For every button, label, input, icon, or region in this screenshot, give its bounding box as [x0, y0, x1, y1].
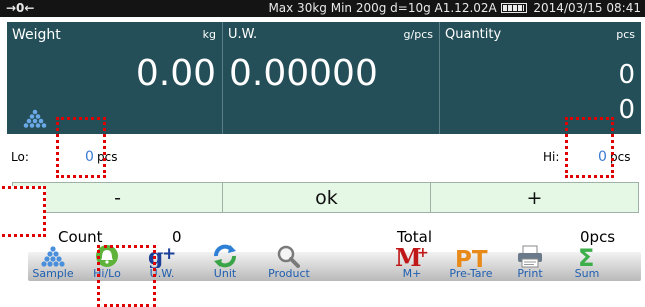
quantity-unit: pcs: [616, 28, 635, 41]
adjust-button-row: - ok +: [12, 182, 639, 213]
dock-mplus[interactable]: M + M+: [385, 244, 439, 281]
svg-text:Σ: Σ: [578, 244, 594, 268]
quantity-value: 0: [618, 60, 635, 90]
sigma-icon: Σ: [578, 244, 594, 268]
dock-pretare[interactable]: PT Pre-Tare: [441, 244, 501, 281]
dock-product-label: Product: [268, 267, 310, 280]
dock-sum[interactable]: Σ Sum: [560, 244, 614, 281]
dock-print-label: Print: [517, 267, 543, 280]
hilo-highlight-box: [97, 245, 156, 307]
plus-button[interactable]: +: [431, 183, 638, 212]
dock-sum-label: Sum: [574, 267, 600, 280]
status-info: Max 30kg Min 200g d=10g A1.12.02A 2014/0…: [268, 0, 641, 17]
lo-highlight-box: [56, 117, 106, 178]
battery-icon: [500, 3, 527, 13]
unit-weight-panel: U.W. g/pcs 0.00000: [223, 22, 440, 134]
memory-plus-icon: M +: [395, 244, 429, 268]
uw-value: 0.00000: [229, 53, 378, 94]
stable-indicator-icon: [23, 109, 47, 128]
quantity-secondary-value: 0: [618, 95, 635, 125]
sample-icon: [41, 246, 65, 267]
svg-text:+: +: [162, 244, 176, 264]
weight-panel: Weight kg 0.00: [7, 22, 223, 134]
quantity-label: Quantity: [445, 27, 502, 42]
dock-product[interactable]: Product: [257, 244, 321, 281]
dock-sample-label: Sample: [32, 267, 74, 280]
dock-mplus-label: M+: [402, 267, 422, 280]
totals-row: Count 0 Total 0pcs: [0, 224, 645, 246]
uw-unit: g/pcs: [403, 28, 433, 41]
magnifier-icon: [277, 245, 300, 268]
hi-highlight-box: [565, 117, 614, 178]
weight-label: Weight: [12, 27, 61, 43]
pretare-icon: PT: [455, 247, 488, 268]
weight-value: 0.00: [135, 53, 216, 94]
refresh-icon: [214, 244, 236, 268]
zero-tare-indicator: →0←: [6, 1, 35, 15]
svg-text:PT: PT: [455, 247, 488, 268]
dock-unit-label: Unit: [213, 267, 237, 280]
hi-label: Hi:: [543, 150, 560, 164]
weight-unit: kg: [202, 28, 216, 41]
svg-text:+: +: [417, 245, 429, 261]
lo-label: Lo:: [11, 150, 29, 164]
dock-unit[interactable]: Unit: [198, 244, 252, 281]
scale-spec: Max 30kg Min 200g d=10g A1.12.02A: [268, 1, 497, 15]
uw-label: U.W.: [228, 27, 258, 42]
dock-pretare-label: Pre-Tare: [449, 267, 493, 280]
status-time: 08:41: [606, 1, 641, 15]
status-date: 2014/03/15: [533, 1, 603, 15]
ok-button[interactable]: ok: [223, 183, 431, 212]
minus-highlight-box: [0, 186, 46, 237]
dock-print[interactable]: Print: [503, 244, 557, 281]
dock-sample[interactable]: Sample: [26, 244, 80, 281]
status-bar: →0← Max 30kg Min 200g d=10g A1.12.02A 20…: [0, 0, 645, 17]
printer-icon: [518, 245, 542, 268]
